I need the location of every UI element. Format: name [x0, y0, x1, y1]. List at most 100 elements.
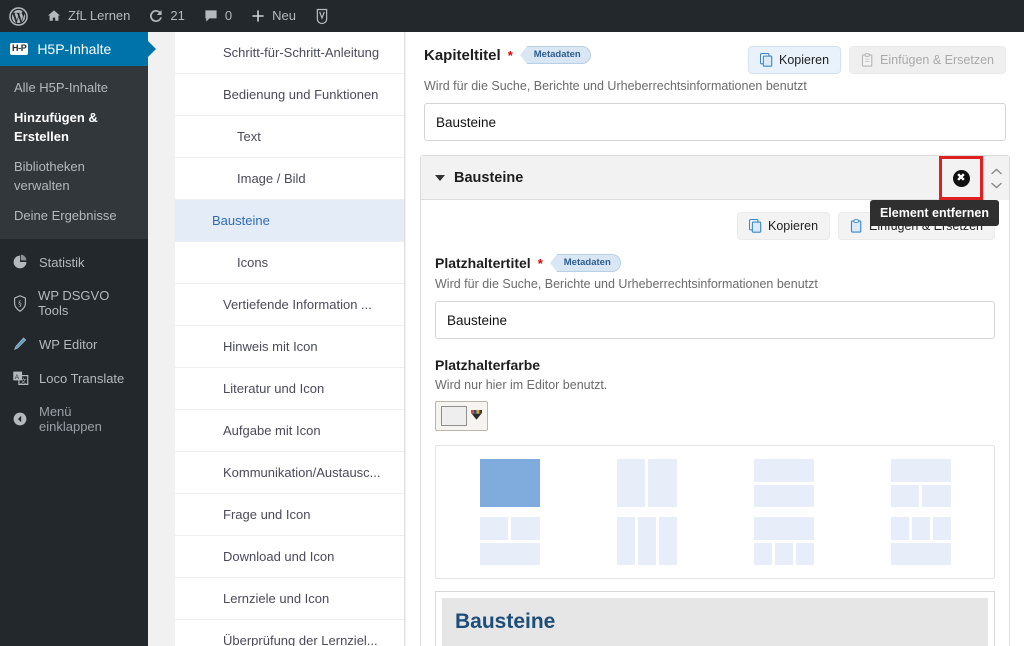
- layout-option-one-top-three-bottom[interactable]: [753, 517, 814, 566]
- bausteine-group: Bausteine ✖ Element entfernen Kopieren P…: [420, 155, 1010, 646]
- preview-title: Bausteine: [455, 610, 556, 634]
- adminbar-yoast-seo[interactable]: [305, 0, 339, 32]
- move-up-icon[interactable]: [991, 167, 1002, 175]
- nav-list-item-label: Hinweis mit Icon: [223, 339, 318, 354]
- move-down-icon[interactable]: [991, 182, 1002, 189]
- nav-list-item[interactable]: Vertiefende Information ...: [175, 284, 404, 326]
- nav-list-item-label: Literatur und Icon: [223, 381, 325, 396]
- nav-list-item[interactable]: Schritt-für-Schritt-Anleitung: [175, 32, 404, 74]
- submenu-item-all-h5p[interactable]: Alle H5P-Inhalte: [0, 73, 148, 103]
- h5p-submenu: Alle H5P-Inhalte Hinzufügen & Erstellen …: [0, 66, 148, 239]
- sidebar-item-h5p-content[interactable]: H-P H5P-Inhalte: [0, 32, 156, 66]
- admin-menu-items: Statistik § WP DSGVO Tools WP Editor A文 …: [0, 239, 148, 443]
- paste-icon: [861, 53, 874, 67]
- chapter-navigation-list[interactable]: Schritt-für-Schritt-Anleitung Bedienung u…: [175, 32, 405, 646]
- reorder-controls: [983, 156, 1009, 200]
- nav-list-item[interactable]: Icons: [175, 242, 404, 284]
- sidebar-item-loco-translate-label: Loco Translate: [39, 370, 125, 386]
- copy-button-group[interactable]: Kopieren: [736, 212, 831, 240]
- nav-list-item-label: Überprüfung der Lernziel...: [223, 633, 378, 646]
- chapter-title-description: Wird für die Suche, Berichte und Urheber…: [424, 79, 807, 93]
- submenu-item-add-create[interactable]: Hinzufügen & Erstellen: [0, 103, 148, 152]
- close-icon: ✖: [952, 169, 970, 187]
- app-root: ZfL Lernen 21 0 Neu H-P H5P-Inhalte Alle…: [0, 0, 1024, 646]
- layout-option-two-rows[interactable]: [753, 459, 814, 508]
- nav-list-item[interactable]: Überprüfung der Lernziel...: [175, 620, 404, 646]
- wp-admin-menu: H-P H5P-Inhalte Alle H5P-Inhalte Hinzufü…: [0, 32, 156, 646]
- sidebar-item-h5p-content-label: H5P-Inhalte: [37, 41, 112, 57]
- copy-button-chapter-label: Kopieren: [778, 52, 830, 67]
- chevron-down-icon[interactable]: [435, 174, 445, 181]
- layout-option-one-column[interactable]: [479, 459, 540, 508]
- sidebar-item-wp-dsgvo-tools-label: WP DSGVO Tools: [38, 288, 110, 318]
- nav-list-item[interactable]: Lernziele und Icon: [175, 578, 404, 620]
- color-swatch: [441, 406, 467, 427]
- adminbar-updates[interactable]: 21: [139, 0, 193, 32]
- nav-list-item-label: Frage und Icon: [223, 507, 311, 522]
- yoast-seo-icon: [314, 8, 330, 25]
- nav-list-item-label: Bedienung und Funktionen: [223, 87, 379, 102]
- layout-option-two-columns[interactable]: [616, 459, 677, 508]
- sidebar-item-statistik[interactable]: Statistik: [0, 245, 148, 279]
- group-action-buttons: ✖: [939, 156, 1009, 200]
- nav-list-item-label: Download und Icon: [223, 549, 335, 564]
- nav-list-item-label: Schritt-für-Schritt-Anleitung: [223, 45, 380, 60]
- nav-list-item-label: Vertiefende Information ...: [223, 297, 372, 312]
- adminbar-comments-count: 0: [224, 8, 233, 23]
- placeholder-title-input[interactable]: [435, 301, 995, 340]
- h5p-icon: H-P: [10, 43, 29, 55]
- submenu-item-your-results[interactable]: Deine Ergebnisse: [0, 201, 148, 231]
- metadata-badge-placeholder[interactable]: Metadaten: [549, 254, 621, 273]
- sidebar-item-statistik-label: Statistik: [39, 254, 85, 270]
- translate-icon: A文: [10, 370, 30, 386]
- required-asterisk: *: [507, 47, 513, 63]
- nav-list-item[interactable]: Kommunikation/Austausc...: [175, 452, 404, 494]
- nav-list-item[interactable]: Text: [175, 116, 404, 158]
- sidebar-item-wp-dsgvo-tools[interactable]: § WP DSGVO Tools: [0, 279, 148, 327]
- nav-list-item[interactable]: Aufgabe mit Icon: [175, 410, 404, 452]
- adminbar-new-content[interactable]: Neu: [241, 0, 305, 32]
- nav-list-item[interactable]: Hinweis mit Icon: [175, 326, 404, 368]
- nav-list-item-label: Kommunikation/Austausc...: [223, 465, 381, 480]
- metadata-badge-chapter[interactable]: Metadaten: [519, 46, 591, 65]
- sidebar-item-collapse-menu-label: Menü einklappen: [39, 404, 102, 434]
- layout-option-one-top-two-bottom[interactable]: [890, 459, 951, 508]
- copy-button-chapter[interactable]: Kopieren: [747, 46, 842, 74]
- paste-replace-button-chapter-label: Einfügen & Ersetzen: [880, 52, 994, 67]
- copy-icon: [748, 219, 762, 233]
- svg-text:A: A: [14, 374, 19, 381]
- color-gradient-icon: [471, 409, 482, 424]
- nav-list-item[interactable]: Literatur und Icon: [175, 368, 404, 410]
- comment-icon: [203, 8, 219, 24]
- nav-list-item[interactable]: Download und Icon: [175, 536, 404, 578]
- nav-list-item[interactable]: Bausteine: [175, 200, 404, 242]
- paste-replace-button-chapter[interactable]: Einfügen & Ersetzen: [849, 46, 1006, 74]
- nav-list-item-label: Text: [237, 129, 261, 144]
- nav-list-item[interactable]: Frage und Icon: [175, 494, 404, 536]
- paste-icon: [850, 219, 863, 233]
- adminbar-comments[interactable]: 0: [194, 0, 241, 32]
- svg-text:§: §: [18, 299, 22, 307]
- bausteine-group-header[interactable]: Bausteine ✖ Element entfernen: [421, 156, 1009, 226]
- adminbar-wordpress-logo[interactable]: [0, 0, 37, 32]
- shield-icon: §: [10, 294, 29, 312]
- nav-list-item-label: Lernziele und Icon: [223, 591, 330, 606]
- submenu-item-manage-libraries[interactable]: Bibliotheken verwalten: [0, 152, 148, 201]
- sidebar-item-loco-translate[interactable]: A文 Loco Translate: [0, 361, 148, 395]
- layout-option-two-top-one-bottom[interactable]: [479, 517, 540, 566]
- adminbar-site-name[interactable]: ZfL Lernen: [37, 0, 139, 32]
- color-picker-button[interactable]: [435, 401, 488, 432]
- bausteine-group-title: Bausteine: [454, 169, 524, 186]
- chapter-title-label-row: Kapiteltitel * Metadaten: [424, 46, 591, 65]
- layout-option-three-columns[interactable]: [616, 517, 677, 566]
- editor-main-pane: Kapiteltitel * Metadaten Kopieren Einfüg…: [406, 32, 1024, 646]
- adminbar-site-name-label: ZfL Lernen: [68, 8, 131, 23]
- sidebar-item-wp-editor[interactable]: WP Editor: [0, 327, 148, 361]
- layout-option-three-top-one-bottom[interactable]: [890, 517, 951, 566]
- nav-list-item[interactable]: Bedienung und Funktionen: [175, 74, 404, 116]
- nav-list-item[interactable]: Image / Bild: [175, 158, 404, 200]
- remove-element-button[interactable]: ✖: [939, 156, 983, 200]
- sidebar-item-collapse-menu[interactable]: Menü einklappen: [0, 395, 148, 443]
- chapter-title-input[interactable]: [424, 103, 1006, 141]
- sidebar-item-wp-editor-label: WP Editor: [39, 336, 98, 352]
